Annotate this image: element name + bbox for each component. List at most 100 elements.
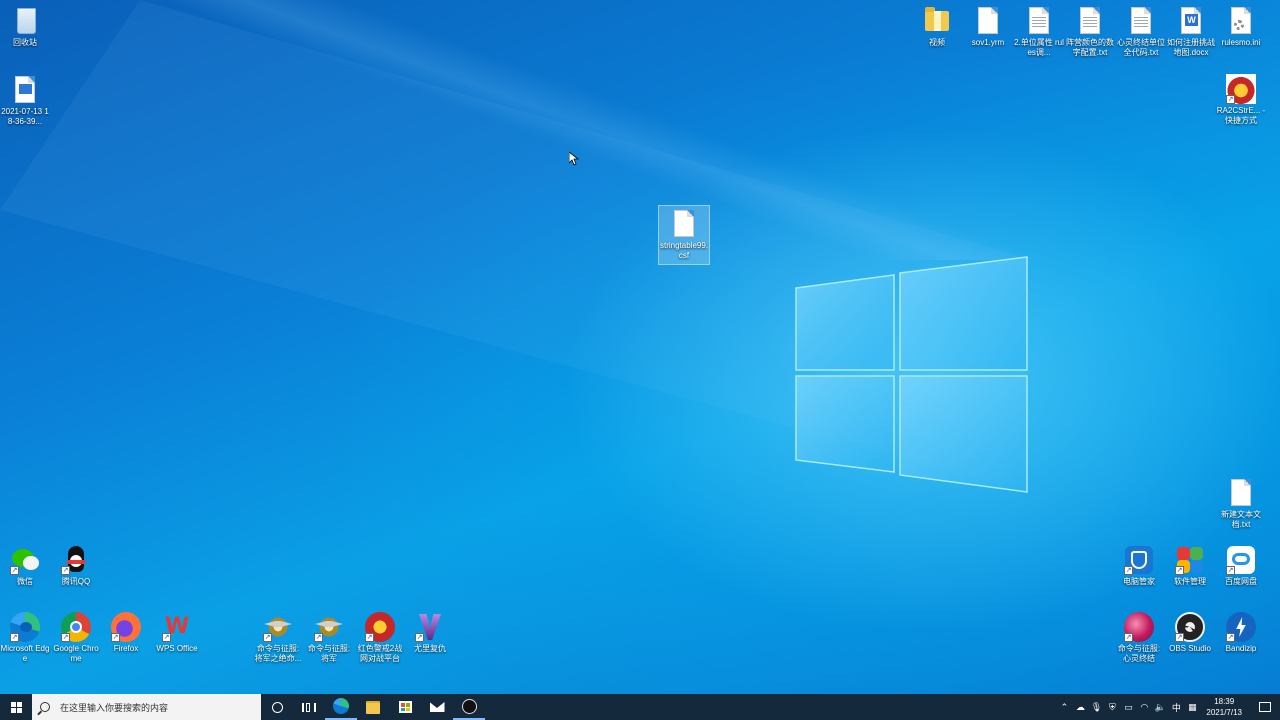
search-icon bbox=[40, 702, 50, 712]
desktop[interactable]: 回收站 2021-07-13 18-36-39... 视频 sov1.yrm 2… bbox=[0, 0, 1280, 694]
app-cnc-generals[interactable]: ↗ 命令与征服: 将军 bbox=[304, 612, 354, 664]
desktop-icon-label: 回收站 bbox=[13, 38, 37, 47]
file-icon bbox=[973, 6, 1003, 36]
mental-omega-icon: ↗ bbox=[1124, 612, 1154, 642]
app-cnc-generals-zh[interactable]: ↗ 命令与征服: 将军之绝命... bbox=[253, 612, 303, 664]
onedrive-icon[interactable]: ☁ bbox=[1072, 702, 1088, 713]
firefox-icon: ↗ bbox=[111, 612, 141, 642]
clock-date: 2021/7/13 bbox=[1206, 708, 1242, 717]
keyboard-layout-icon[interactable]: ▦ bbox=[1184, 702, 1200, 713]
battery-icon[interactable]: ▭ bbox=[1120, 702, 1136, 713]
desktop-icon-label: 微信 bbox=[17, 577, 33, 586]
obs-icon bbox=[461, 698, 477, 714]
app-bandizip[interactable]: ↗ Bandizip bbox=[1216, 612, 1266, 654]
task-view-icon bbox=[302, 702, 316, 712]
start-button[interactable] bbox=[0, 694, 32, 720]
file-sov1[interactable]: sov1.yrm bbox=[963, 6, 1013, 48]
ra2-shortcut[interactable]: ↗ RA2CStrE... - 快捷方式 bbox=[1216, 74, 1266, 126]
mouse-cursor bbox=[569, 152, 579, 166]
desktop-icon-label: Bandizip bbox=[1225, 644, 1257, 653]
app-qq[interactable]: ↗ 腾讯QQ bbox=[51, 545, 101, 587]
file-challenge-map[interactable]: W 如何注册挑战 地图.docx bbox=[1166, 6, 1216, 58]
file-rules-attr[interactable]: 2.单位属性 rules调... bbox=[1014, 6, 1064, 58]
ra2-icon: ↗ bbox=[1226, 74, 1256, 104]
desktop-icon-label: 电脑管家 bbox=[1123, 577, 1155, 586]
file-rulesmo[interactable]: rulesmo.ini bbox=[1216, 6, 1266, 48]
file-unit-code[interactable]: 心灵终结单位 全代码.txt bbox=[1116, 6, 1166, 58]
notification-icon bbox=[1259, 702, 1271, 712]
defender-icon[interactable]: ⛨ bbox=[1104, 702, 1120, 713]
input-method-indicator[interactable]: 中 bbox=[1168, 701, 1184, 714]
recycle-bin[interactable]: 回收站 bbox=[0, 6, 50, 48]
desktop-icon-label: 阵营颜色的数 字配置.txt bbox=[1066, 38, 1114, 57]
taskbar-edge[interactable] bbox=[325, 694, 357, 720]
task-view-button[interactable] bbox=[293, 694, 325, 720]
microphone-icon[interactable]: 🎙 bbox=[1088, 702, 1104, 713]
taskbar: 在这里输入你要搜索的内容 ⌃ ☁ 🎙 ⛨ ▭ ◠ 🔈 中 ▦ 18:39 202… bbox=[0, 694, 1280, 720]
app-software-manager[interactable]: ↗ 软件管理 bbox=[1165, 545, 1215, 587]
network-icon[interactable]: ◠ bbox=[1136, 702, 1152, 713]
text-file-icon bbox=[1024, 6, 1054, 36]
taskbar-file-explorer[interactable] bbox=[357, 694, 389, 720]
taskbar-mail[interactable] bbox=[421, 694, 453, 720]
edge-icon bbox=[333, 698, 349, 714]
desktop-icon-label: 2.单位属性 rules调... bbox=[1014, 38, 1064, 57]
app-wechat[interactable]: ↗ 微信 bbox=[0, 545, 50, 587]
app-edge[interactable]: ↗ Microsoft Edge bbox=[0, 612, 50, 664]
folder-icon bbox=[922, 6, 952, 36]
generals-zh-icon: ↗ bbox=[263, 612, 293, 642]
app-yuri-revenge[interactable]: ↗ 尤里复仇 bbox=[405, 612, 455, 654]
ra2-online-icon: ↗ bbox=[365, 612, 395, 642]
app-firefox[interactable]: ↗ Firefox bbox=[101, 612, 151, 654]
clock-time: 18:39 bbox=[1214, 697, 1235, 706]
action-center-button[interactable] bbox=[1250, 702, 1280, 712]
app-ra2-online[interactable]: ↗ 红色警戒2战 网对战平台 bbox=[355, 612, 405, 664]
app-chrome[interactable]: ↗ Google Chrome bbox=[51, 612, 101, 664]
software-manager-icon: ↗ bbox=[1175, 545, 1205, 575]
baidu-netdisk-icon: ↗ bbox=[1226, 545, 1256, 575]
desktop-icon-label: sov1.yrm bbox=[971, 38, 1005, 47]
new-text-file[interactable]: 新建文本文 档.txt bbox=[1216, 478, 1266, 530]
desktop-icon-label: 心灵终结单位 全代码.txt bbox=[1117, 38, 1165, 57]
desktop-icon-label: WPS Office bbox=[156, 644, 198, 653]
cortana-icon bbox=[271, 701, 283, 713]
desktop-icon-label: 红色警戒2战 网对战平台 bbox=[357, 644, 403, 663]
bandizip-icon: ↗ bbox=[1226, 612, 1256, 642]
selected-file-stringtable[interactable]: stringtable99.csf bbox=[658, 205, 710, 265]
wps-icon: W ↗ bbox=[162, 614, 190, 642]
generals-icon: ↗ bbox=[314, 612, 344, 642]
windows-icon bbox=[10, 701, 22, 713]
show-hidden-icons-icon[interactable]: ⌃ bbox=[1056, 702, 1072, 713]
file-faction-colors[interactable]: 阵营颜色的数 字配置.txt bbox=[1065, 6, 1115, 58]
video-file[interactable]: 2021-07-13 18-36-39... bbox=[0, 75, 50, 127]
taskbar-store[interactable] bbox=[389, 694, 421, 720]
desktop-icon-label: 软件管理 bbox=[1174, 577, 1206, 586]
desktop-icon-label: Firefox bbox=[113, 644, 139, 653]
desktop-icon-label: stringtable99.csf bbox=[659, 241, 709, 260]
mail-icon bbox=[429, 702, 445, 712]
volume-icon[interactable]: 🔈 bbox=[1152, 702, 1168, 713]
cortana-button[interactable] bbox=[261, 694, 293, 720]
taskbar-obs[interactable] bbox=[453, 694, 485, 720]
clock[interactable]: 18:39 2021/7/13 bbox=[1206, 696, 1242, 718]
folder-videos[interactable]: 视频 bbox=[912, 6, 962, 48]
app-cnc-mental-omega[interactable]: ↗ 命令与征服: 心灵终结 bbox=[1114, 612, 1164, 664]
taskbar-search-box[interactable]: 在这里输入你要搜索的内容 bbox=[32, 694, 261, 720]
desktop-icon-label: 新建文本文 档.txt bbox=[1221, 510, 1261, 529]
text-file-icon bbox=[1075, 6, 1105, 36]
desktop-icon-label: 视频 bbox=[929, 38, 945, 47]
text-file-icon bbox=[1226, 478, 1256, 508]
file-icon bbox=[669, 209, 699, 239]
search-placeholder: 在这里输入你要搜索的内容 bbox=[60, 702, 169, 713]
file-explorer-icon bbox=[366, 700, 380, 714]
desktop-icon-label: OBS Studio bbox=[1169, 644, 1211, 653]
desktop-icon-label: 如何注册挑战 地图.docx bbox=[1167, 38, 1215, 57]
app-obs-studio[interactable]: ↗ OBS Studio bbox=[1165, 612, 1215, 654]
app-wps[interactable]: W ↗ WPS Office bbox=[152, 612, 202, 654]
desktop-icon-label: Google Chrome bbox=[53, 644, 99, 663]
app-pc-manager[interactable]: ↗ 电脑管家 bbox=[1114, 545, 1164, 587]
yuri-icon: ↗ bbox=[415, 612, 445, 642]
app-baidu-netdisk[interactable]: ↗ 百度网盘 bbox=[1216, 545, 1266, 587]
text-file-icon bbox=[1126, 6, 1156, 36]
desktop-icon-label: 命令与征服: 将军之绝命... bbox=[254, 644, 302, 663]
